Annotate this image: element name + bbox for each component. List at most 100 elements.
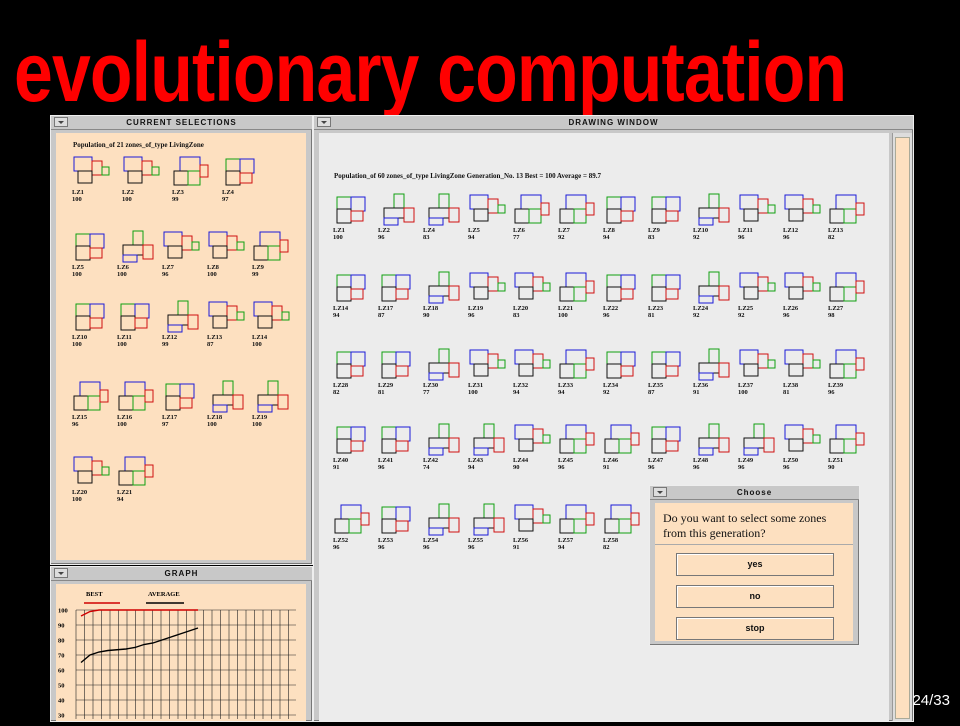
selection-zone-lz16[interactable]: LZ16 100	[117, 380, 157, 428]
current-selections-titlebar[interactable]: CURRENT SELECTIONS	[51, 116, 312, 130]
generation-zone-lz7[interactable]: LZ7 92	[558, 193, 598, 241]
selection-zone-lz4[interactable]: LZ4 97	[222, 155, 262, 203]
zone-floorplan-icon	[514, 504, 551, 532]
generation-zone-lz40[interactable]: LZ40 91	[333, 423, 373, 471]
generation-zone-lz55[interactable]: LZ55 96	[468, 503, 508, 551]
generation-zone-lz48[interactable]: LZ48 96	[693, 423, 733, 471]
selection-zone-lz18[interactable]: LZ18 100	[207, 380, 247, 428]
generation-zone-lz17[interactable]: LZ17 87	[378, 271, 418, 319]
selection-zone-lz6[interactable]: LZ6 100	[117, 230, 157, 278]
generation-zone-lz32[interactable]: LZ32 94	[513, 348, 553, 396]
generation-zone-lz36[interactable]: LZ36 91	[693, 348, 733, 396]
selection-zone-lz11[interactable]: LZ11 100	[117, 300, 157, 348]
drawing-window-titlebar[interactable]: DRAWING WINDOW	[314, 116, 913, 130]
fitness-graph: BEST AVERAGE 100 90 80 70 60 50 40 30	[58, 591, 296, 720]
generation-zone-lz25[interactable]: LZ25 92	[738, 271, 778, 319]
generation-zone-lz10[interactable]: LZ10 92	[693, 193, 733, 241]
generation-zone-lz57[interactable]: LZ57 94	[558, 503, 598, 551]
selection-zone-lz19[interactable]: LZ19 100	[252, 380, 292, 428]
generation-zone-lz11[interactable]: LZ11 96	[738, 193, 778, 241]
zone-name: LZ28	[333, 382, 349, 389]
generation-zone-lz53[interactable]: LZ53 96	[378, 503, 418, 551]
generation-zone-lz18[interactable]: LZ18 90	[423, 271, 463, 319]
choose-dialog: Choose Do you want to select some zones …	[649, 485, 860, 646]
generation-zone-lz38[interactable]: LZ38 81	[783, 348, 823, 396]
generation-zone-lz21[interactable]: LZ21 100	[558, 271, 598, 319]
selection-zone-lz13[interactable]: LZ13 87	[207, 300, 247, 348]
generation-zone-lz2[interactable]: LZ2 96	[378, 193, 418, 241]
generation-zone-lz5[interactable]: LZ5 94	[468, 193, 508, 241]
generation-zone-lz50[interactable]: LZ50 96	[783, 423, 823, 471]
generation-zone-lz12[interactable]: LZ12 96	[783, 193, 823, 241]
selection-zone-lz8[interactable]: LZ8 100	[207, 230, 247, 278]
zone-name: LZ27	[828, 305, 844, 312]
generation-zone-lz54[interactable]: LZ54 96	[423, 503, 463, 551]
generation-zone-lz46[interactable]: LZ46 91	[603, 423, 643, 471]
generation-zone-lz49[interactable]: LZ49 96	[738, 423, 778, 471]
selection-zone-lz14[interactable]: LZ14 100	[252, 300, 292, 348]
current-selections-canvas: Population_of 21 zones_of_type LivingZon…	[56, 133, 306, 560]
selection-zone-lz17[interactable]: LZ17 97	[162, 380, 202, 428]
zone-floorplan-icon	[514, 194, 550, 224]
no-button[interactable]: no	[676, 585, 834, 608]
generation-zone-lz58[interactable]: LZ58 82	[603, 503, 643, 551]
generation-zone-lz1[interactable]: LZ1 100	[333, 193, 373, 241]
window-menu-icon[interactable]	[54, 568, 68, 578]
generation-zone-lz8[interactable]: LZ8 94	[603, 193, 643, 241]
generation-zone-lz27[interactable]: LZ27 98	[828, 271, 868, 319]
window-menu-icon[interactable]	[653, 487, 667, 497]
generation-zone-lz13[interactable]: LZ13 82	[828, 193, 868, 241]
generation-zone-lz35[interactable]: LZ35 87	[648, 348, 688, 396]
zone-score: 96	[648, 464, 655, 471]
selection-zone-lz10[interactable]: LZ10 100	[72, 300, 112, 348]
generation-zone-lz45[interactable]: LZ45 96	[558, 423, 598, 471]
generation-zone-lz22[interactable]: LZ22 96	[603, 271, 643, 319]
generation-zone-lz19[interactable]: LZ19 96	[468, 271, 508, 319]
generation-zone-lz28[interactable]: LZ28 82	[333, 348, 373, 396]
generation-zone-lz44[interactable]: LZ44 90	[513, 423, 553, 471]
choose-dialog-titlebar[interactable]: Choose	[650, 486, 859, 500]
y-tick-label: 30	[58, 713, 65, 720]
generation-zone-lz34[interactable]: LZ34 92	[603, 348, 643, 396]
window-menu-icon[interactable]	[317, 117, 331, 127]
generation-zone-lz41[interactable]: LZ41 96	[378, 423, 418, 471]
generation-zone-lz31[interactable]: LZ31 100	[468, 348, 508, 396]
generation-zone-lz43[interactable]: LZ43 94	[468, 423, 508, 471]
graph-titlebar[interactable]: GRAPH	[51, 567, 312, 581]
selection-zone-lz21[interactable]: LZ21 94	[117, 455, 157, 503]
zone-name: LZ35	[648, 382, 664, 389]
window-menu-icon[interactable]	[54, 117, 68, 127]
generation-zone-lz33[interactable]: LZ33 94	[558, 348, 598, 396]
selection-zone-lz3[interactable]: LZ3 99	[172, 155, 212, 203]
generation-zone-lz29[interactable]: LZ29 81	[378, 348, 418, 396]
generation-zone-lz24[interactable]: LZ24 92	[693, 271, 733, 319]
generation-zone-lz23[interactable]: LZ23 81	[648, 271, 688, 319]
selection-zone-lz7[interactable]: LZ7 96	[162, 230, 202, 278]
generation-zone-lz6[interactable]: LZ6 77	[513, 193, 553, 241]
generation-zone-lz9[interactable]: LZ9 83	[648, 193, 688, 241]
selection-zone-lz20[interactable]: LZ20 100	[72, 455, 112, 503]
generation-zone-lz37[interactable]: LZ37 100	[738, 348, 778, 396]
selection-zone-lz15[interactable]: LZ15 96	[72, 380, 112, 428]
generation-zone-lz14[interactable]: LZ14 94	[333, 271, 373, 319]
generation-zone-lz26[interactable]: LZ26 96	[783, 271, 823, 319]
generation-zone-lz51[interactable]: LZ51 90	[828, 423, 868, 471]
generation-zone-lz47[interactable]: LZ47 96	[648, 423, 688, 471]
selection-zone-lz12[interactable]: LZ12 99	[162, 300, 202, 348]
vertical-scrollbar[interactable]	[892, 133, 912, 721]
generation-zone-lz4[interactable]: LZ4 83	[423, 193, 463, 241]
scrollbar-thumb[interactable]	[895, 137, 910, 719]
generation-zone-lz30[interactable]: LZ30 77	[423, 348, 463, 396]
generation-zone-lz52[interactable]: LZ52 96	[333, 503, 373, 551]
selection-zone-lz2[interactable]: LZ2 100	[122, 155, 162, 203]
yes-button[interactable]: yes	[676, 553, 834, 576]
generation-zone-lz42[interactable]: LZ42 74	[423, 423, 463, 471]
selection-zone-lz1[interactable]: LZ1 100	[72, 155, 112, 203]
generation-zone-lz56[interactable]: LZ56 91	[513, 503, 553, 551]
stop-button[interactable]: stop	[676, 617, 834, 640]
generation-zone-lz20[interactable]: LZ20 83	[513, 271, 553, 319]
generation-zone-lz39[interactable]: LZ39 96	[828, 348, 868, 396]
selection-zone-lz9[interactable]: LZ9 99	[252, 230, 292, 278]
selection-zone-lz5[interactable]: LZ5 100	[72, 230, 112, 278]
zone-floorplan-icon	[428, 423, 460, 456]
